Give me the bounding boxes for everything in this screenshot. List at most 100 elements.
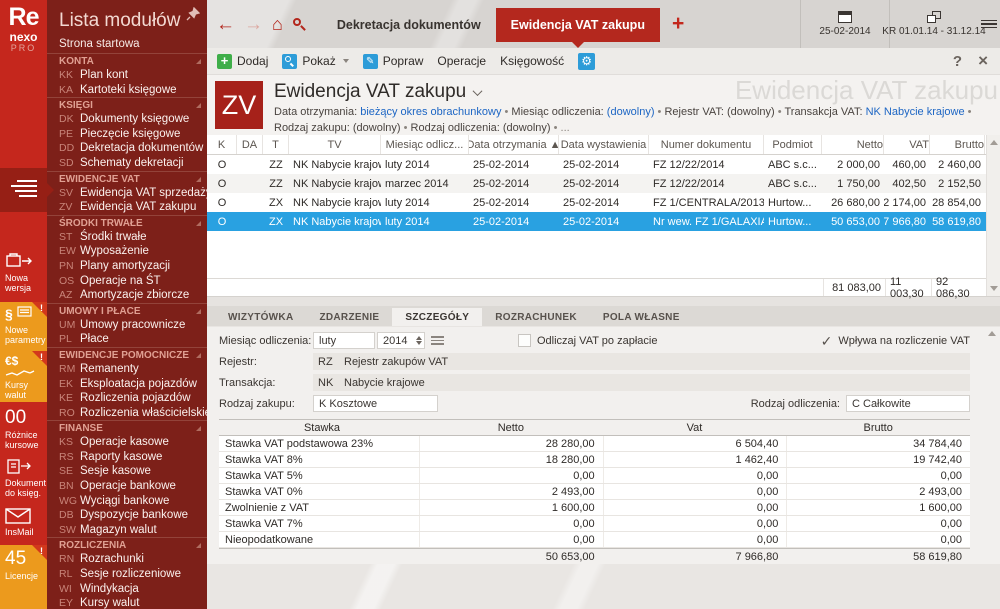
sidebar-item[interactable]: PN Plany amortyzacji [47, 259, 207, 274]
column-header[interactable]: Data wystawienia [559, 135, 649, 154]
purchase-type-field[interactable]: K Kosztowe [313, 395, 438, 412]
vat-table-row[interactable]: Stawka VAT podstawowa 23%28 280,006 504,… [219, 436, 970, 452]
table-row[interactable]: OZXNK Nabycie krajoweluty 201425-02-2014… [207, 193, 1000, 212]
table-row[interactable]: OZZNK Nabycie krajowemarzec 201425-02-20… [207, 174, 1000, 193]
sidebar-item[interactable]: SE Sesje kasowe [47, 464, 207, 479]
sidebar-section-header[interactable]: FINANSE [47, 420, 207, 435]
add-button[interactable]: + Dodaj [217, 54, 268, 69]
back-icon[interactable]: ← [216, 15, 235, 34]
sidebar-item[interactable]: DD Dekretacja dokumentów [47, 141, 207, 156]
search-icon[interactable] [292, 17, 306, 31]
column-header[interactable]: Data otrzymania ▲ [469, 135, 559, 154]
year-stepper[interactable]: 2014 [377, 332, 425, 349]
column-header[interactable]: Podmiot [764, 135, 822, 154]
sidebar-item[interactable]: UM Umowy pracownicze [47, 318, 207, 333]
new-tab-button[interactable]: + [672, 12, 684, 36]
sidebar-section-header[interactable]: EWIDENCJE POMOCNICZE [47, 347, 207, 362]
filter-value[interactable]: (dowolny) [353, 122, 401, 134]
vat-table-row[interactable]: Stawka VAT 7%0,000,000,00 [219, 516, 970, 532]
sidebar-item-strona-startowa[interactable]: Strona startowa [47, 36, 207, 53]
table-row[interactable]: OZZNK Nabycie krajoweluty 201425-02-2014… [207, 155, 1000, 174]
column-header[interactable]: Numer dokumentu [649, 135, 764, 154]
sidebar-section-header[interactable]: KSIĘGI [47, 97, 207, 112]
overflow-menu-icon[interactable] [981, 0, 997, 48]
help-button[interactable]: ? [953, 53, 962, 70]
detail-tab[interactable]: WIZYTÓWKA [215, 308, 306, 326]
column-header[interactable]: DA [237, 135, 263, 154]
forward-icon[interactable]: → [244, 15, 263, 34]
sidebar-item[interactable]: KK Plan kont [47, 68, 207, 83]
sidebar-section-header[interactable]: UMOWY I PŁACE [47, 303, 207, 318]
sidebar-item[interactable]: EK Eksploatacja pojazdów [47, 377, 207, 392]
sidebar-item[interactable]: DB Dyspozycje bankowe [47, 508, 207, 523]
sidebar-section-header[interactable]: KONTA [47, 53, 207, 68]
scroll-down-icon[interactable] [990, 286, 998, 291]
sidebar-item[interactable]: WI Windykacja [47, 582, 207, 597]
document-tab[interactable]: Ewidencja VAT zakupu [496, 8, 660, 42]
sidebar-item[interactable]: RN Rozrachunki [47, 552, 207, 567]
vat-table-row[interactable]: Nieopodatkowane0,000,000,00 [219, 532, 970, 548]
sidebar-item[interactable]: BN Operacje bankowe [47, 479, 207, 494]
sidebar-item[interactable]: KE Rozliczenia pojazdów [47, 391, 207, 406]
rail-item-nowa-wersja[interactable]: Nowa wersja [0, 248, 47, 302]
rail-item-licencje[interactable]: ! 45 Licencje [0, 545, 47, 609]
edit-button[interactable]: ✎ Popraw [363, 54, 424, 69]
column-header[interactable]: T [263, 135, 289, 154]
spinner-arrows-icon[interactable] [416, 336, 422, 345]
vat-table-row[interactable]: Stawka VAT 0%2 493,000,002 493,00 [219, 484, 970, 500]
column-header[interactable]: VAT [884, 135, 930, 154]
operations-menu[interactable]: Operacje [437, 54, 486, 68]
sidebar-item[interactable]: SD Schematy dekretacji [47, 156, 207, 171]
column-header[interactable]: K [207, 135, 237, 154]
sidebar-item[interactable]: DK Dokumenty księgowe [47, 112, 207, 127]
sidebar-item[interactable]: KA Kartoteki księgowe [47, 83, 207, 98]
sidebar-item[interactable]: SV Ewidencja VAT sprzedaży [47, 186, 207, 201]
rail-item-roznice-kursowe[interactable]: 00 Różnice kursowe [0, 404, 47, 452]
accounting-menu[interactable]: Księgowość [500, 54, 564, 68]
sidebar-item[interactable]: OS Operacje na ŚT [47, 274, 207, 289]
column-header[interactable]: Miesiąc odlicz... [381, 135, 469, 154]
vertical-scrollbar[interactable] [986, 135, 1000, 296]
detail-tab[interactable]: SZCZEGÓŁY [392, 308, 482, 326]
home-icon[interactable]: ⌂ [272, 14, 283, 35]
rail-item-dokument[interactable]: Dokument do księg. [0, 454, 47, 502]
scroll-up-icon[interactable] [990, 140, 998, 145]
detail-tab[interactable]: ZDARZENIE [306, 308, 392, 326]
transaction-field[interactable]: NK Nabycie krajowe [313, 374, 970, 391]
filter-value[interactable]: bieżący okres obrachunkowy [360, 106, 501, 118]
sidebar-item[interactable]: ZV Ewidencja VAT zakupu [47, 200, 207, 215]
period-selector[interactable]: KR 01.01.14 - 31.12.14 [889, 0, 978, 48]
column-header[interactable]: Netto [822, 135, 884, 154]
modules-menu-button[interactable] [0, 168, 47, 212]
rail-item-kursy-walut[interactable]: ! €$ Kursy walut [0, 351, 47, 402]
deduct-vat-checkbox[interactable] [518, 334, 531, 347]
view-title-dropdown[interactable]: Ewidencja VAT zakupu [274, 81, 972, 103]
table-row[interactable]: OZXNK Nabycie krajoweluty 201425-02-2014… [207, 212, 1000, 231]
detail-tab[interactable]: ROZRACHUNEK [482, 308, 590, 326]
sidebar-item[interactable]: ST Środki trwałe [47, 230, 207, 245]
sidebar-item[interactable]: RO Rozliczenia właścicielskie [47, 406, 207, 421]
filter-value[interactable]: (dowolny) [607, 106, 655, 118]
sidebar-item[interactable]: KS Operacje kasowe [47, 435, 207, 450]
sidebar-item[interactable]: RL Sesje rozliczeniowe [47, 567, 207, 582]
sidebar-item[interactable]: PL Płace [47, 332, 207, 347]
vat-table-row[interactable]: Stawka VAT 5%0,000,000,00 [219, 468, 970, 484]
filter-value[interactable]: (dowolny) [503, 122, 551, 134]
close-button[interactable]: × [978, 51, 988, 71]
filter-value[interactable]: (dowolny) [727, 106, 775, 118]
filter-value[interactable]: NK Nabycie krajowe [866, 106, 965, 118]
settlement-checkbox[interactable]: ✓ Wpływa na rozliczenie VAT [821, 334, 970, 348]
document-tab[interactable]: Dekretacja dokumentów [322, 8, 496, 42]
column-header[interactable]: Brutto [930, 135, 985, 154]
sidebar-item[interactable]: AZ Amortyzacje zbiorcze [47, 288, 207, 303]
pin-icon[interactable] [186, 7, 200, 21]
sidebar-item[interactable]: EW Wyposażenie [47, 244, 207, 259]
sidebar-section-header[interactable]: ŚRODKI TRWAŁE [47, 215, 207, 230]
show-button[interactable]: Pokaż [282, 54, 348, 69]
gear-icon[interactable]: ⚙ [578, 53, 595, 70]
rail-item-insmail[interactable]: InsMail [0, 504, 47, 542]
date-selector[interactable]: 25-02-2014 [800, 0, 889, 48]
rail-item-nowe-parametry[interactable]: ! § Nowe parametry [0, 302, 47, 351]
panel-splitter[interactable] [207, 296, 1000, 306]
sidebar-item[interactable]: RS Raporty kasowe [47, 450, 207, 465]
